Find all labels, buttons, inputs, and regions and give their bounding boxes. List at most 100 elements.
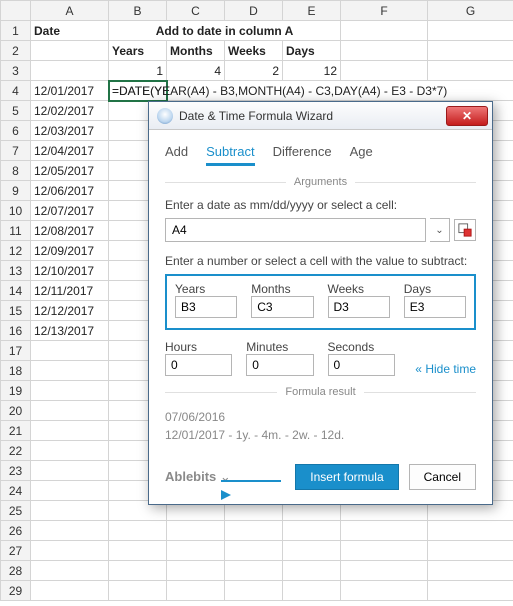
- cell[interactable]: [283, 581, 341, 601]
- tab-difference[interactable]: Difference: [273, 140, 332, 166]
- cell[interactable]: [31, 521, 109, 541]
- months-input[interactable]: [251, 296, 313, 318]
- cell[interactable]: [167, 561, 225, 581]
- row-header[interactable]: 25: [1, 501, 31, 521]
- row-header[interactable]: 22: [1, 441, 31, 461]
- cell[interactable]: [109, 521, 167, 541]
- cell[interactable]: [31, 541, 109, 561]
- cell[interactable]: [167, 541, 225, 561]
- cell[interactable]: [428, 581, 513, 601]
- row-header[interactable]: 10: [1, 201, 31, 221]
- cell[interactable]: 12/06/2017: [31, 181, 109, 201]
- cell[interactable]: 12/08/2017: [31, 221, 109, 241]
- row-header[interactable]: 4: [1, 81, 31, 101]
- col-header[interactable]: C: [167, 1, 225, 21]
- cell[interactable]: [31, 61, 109, 81]
- years-input[interactable]: [175, 296, 237, 318]
- cell[interactable]: [109, 581, 167, 601]
- cell[interactable]: [31, 481, 109, 501]
- row-header[interactable]: 14: [1, 281, 31, 301]
- date-dropdown-button[interactable]: ⌄: [430, 218, 450, 242]
- cell[interactable]: [31, 421, 109, 441]
- cell[interactable]: [31, 441, 109, 461]
- close-button[interactable]: ✕: [446, 106, 488, 126]
- row-header[interactable]: 28: [1, 561, 31, 581]
- cell[interactable]: 12/04/2017: [31, 141, 109, 161]
- col-header[interactable]: D: [225, 1, 283, 21]
- row-header[interactable]: 7: [1, 141, 31, 161]
- row-header[interactable]: 2: [1, 41, 31, 61]
- cell[interactable]: 12/02/2017: [31, 101, 109, 121]
- row-header[interactable]: 18: [1, 361, 31, 381]
- cell[interactable]: [341, 61, 428, 81]
- row-header[interactable]: 20: [1, 401, 31, 421]
- col-header[interactable]: F: [341, 1, 428, 21]
- col-header[interactable]: [1, 1, 31, 21]
- cell[interactable]: Days: [283, 41, 341, 61]
- cell[interactable]: [225, 561, 283, 581]
- cell[interactable]: [428, 21, 513, 41]
- tab-age[interactable]: Age: [350, 140, 373, 166]
- cell[interactable]: [341, 21, 428, 41]
- cell[interactable]: Add to date in column A: [109, 21, 341, 41]
- cell[interactable]: [428, 41, 513, 61]
- seconds-input[interactable]: [328, 354, 395, 376]
- cell[interactable]: [109, 541, 167, 561]
- cell[interactable]: 12: [283, 61, 341, 81]
- cell[interactable]: [31, 401, 109, 421]
- hide-time-link[interactable]: Hide time: [415, 362, 476, 376]
- row-header[interactable]: 11: [1, 221, 31, 241]
- cell[interactable]: 12/09/2017: [31, 241, 109, 261]
- row-header[interactable]: 17: [1, 341, 31, 361]
- cell[interactable]: [167, 521, 225, 541]
- cell-overflow[interactable]: =DATE(YEAR(A4) - B3,MONTH(A4) - C3,DAY(A…: [167, 81, 513, 101]
- col-header[interactable]: E: [283, 1, 341, 21]
- row-header[interactable]: 27: [1, 541, 31, 561]
- hours-input[interactable]: [165, 354, 232, 376]
- cell[interactable]: [109, 561, 167, 581]
- minutes-input[interactable]: [246, 354, 313, 376]
- cell[interactable]: [31, 501, 109, 521]
- cell[interactable]: [341, 541, 428, 561]
- tab-subtract[interactable]: Subtract: [206, 140, 254, 166]
- cell[interactable]: [428, 61, 513, 81]
- cell[interactable]: [225, 541, 283, 561]
- cell[interactable]: [341, 561, 428, 581]
- cell[interactable]: 12/12/2017: [31, 301, 109, 321]
- cell[interactable]: 2: [225, 61, 283, 81]
- row-header[interactable]: 6: [1, 121, 31, 141]
- row-header[interactable]: 13: [1, 261, 31, 281]
- cell[interactable]: [283, 561, 341, 581]
- col-header[interactable]: B: [109, 1, 167, 21]
- row-header[interactable]: 21: [1, 421, 31, 441]
- row-header[interactable]: 5: [1, 101, 31, 121]
- cell[interactable]: Weeks: [225, 41, 283, 61]
- cell[interactable]: [428, 561, 513, 581]
- cell[interactable]: [428, 521, 513, 541]
- row-header[interactable]: 3: [1, 61, 31, 81]
- col-header[interactable]: A: [31, 1, 109, 21]
- cell[interactable]: [225, 521, 283, 541]
- select-cell-button[interactable]: [454, 219, 476, 241]
- row-header[interactable]: 19: [1, 381, 31, 401]
- cell[interactable]: [31, 381, 109, 401]
- cell[interactable]: [341, 41, 428, 61]
- cell[interactable]: 4: [167, 61, 225, 81]
- row-header[interactable]: 16: [1, 321, 31, 341]
- cell[interactable]: 12/10/2017: [31, 261, 109, 281]
- cell[interactable]: 1: [109, 61, 167, 81]
- cell[interactable]: 12/11/2017: [31, 281, 109, 301]
- cell[interactable]: 12/01/2017: [31, 81, 109, 101]
- cell[interactable]: 12/07/2017: [31, 201, 109, 221]
- insert-formula-button[interactable]: Insert formula: [295, 464, 398, 490]
- cell[interactable]: 12/05/2017: [31, 161, 109, 181]
- cell[interactable]: [31, 561, 109, 581]
- col-header[interactable]: G: [428, 1, 513, 21]
- row-header[interactable]: 29: [1, 581, 31, 601]
- cell[interactable]: [31, 581, 109, 601]
- cell[interactable]: [283, 541, 341, 561]
- cell[interactable]: [31, 361, 109, 381]
- cancel-button[interactable]: Cancel: [409, 464, 476, 490]
- date-input[interactable]: [165, 218, 426, 242]
- row-header[interactable]: 15: [1, 301, 31, 321]
